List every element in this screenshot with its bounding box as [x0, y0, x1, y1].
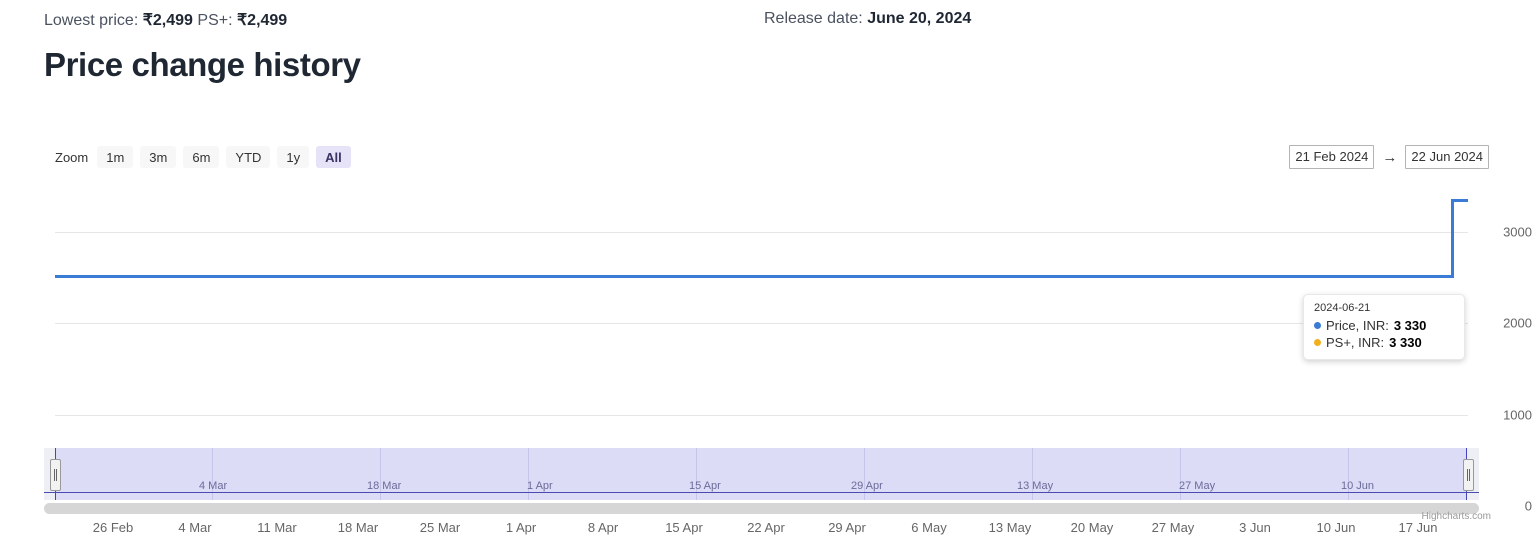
navigator-tick-label: 4 Mar [199, 480, 228, 492]
x-tick-label: 27 May [1151, 520, 1195, 535]
navigator-tick-label: 1 Apr [527, 480, 553, 492]
x-tick-label: 3 Jun [1239, 520, 1271, 535]
y-tick-label-0: 0 [1524, 498, 1532, 514]
lowest-price-value: ₹2,499 [142, 12, 193, 29]
x-tick-label: 20 May [1070, 520, 1114, 535]
range-to-input[interactable]: 22 Jun 2024 [1405, 145, 1489, 169]
series-marker-icon-psplus [1314, 339, 1321, 346]
x-tick-label: 8 Apr [587, 520, 619, 535]
tooltip-series-value-psplus: 3 330 [1389, 335, 1422, 350]
psplus-price-label: PS+: [197, 12, 233, 29]
chart-scrollbar-track[interactable] [44, 503, 1479, 514]
range-button-1y[interactable]: 1y [277, 146, 310, 168]
tooltip-series-name-price: Price, INR: [1326, 318, 1389, 333]
range-button-3m[interactable]: 3m [140, 146, 177, 168]
range-button-all[interactable]: All [316, 146, 351, 168]
navigator-handle-left[interactable] [50, 459, 61, 491]
series-price-step-riser [1451, 199, 1454, 278]
tooltip-row-price: Price, INR: 3 330 [1314, 317, 1454, 334]
navigator-handle-right[interactable] [1463, 459, 1474, 491]
x-tick-label: 4 Mar [178, 520, 212, 535]
range-button-ytd[interactable]: YTD [226, 146, 271, 168]
release-date-label: Release date: [764, 10, 863, 27]
range-button-6m[interactable]: 6m [183, 146, 220, 168]
psplus-price-value: ₹2,499 [236, 12, 288, 29]
date-range-inputs: 21 Feb 2024 → 22 Jun 2024 [1289, 145, 1489, 169]
y-tick-label-2000: 2000 [1503, 315, 1532, 331]
price-history-chart: Zoom 1m 3m 6m YTD 1y All 21 Feb 2024 → 2… [0, 120, 1535, 535]
navigator-tick-label: 13 May [1017, 480, 1054, 492]
x-tick-label: 11 Mar [257, 520, 297, 535]
navigator-tick-label: 18 Mar [367, 480, 402, 492]
navigator-series-line [44, 492, 1479, 493]
zoom-label: Zoom [55, 149, 89, 165]
page-title: Price change history [44, 46, 361, 83]
x-tick-label: 1 Apr [505, 520, 537, 535]
range-button-1m[interactable]: 1m [97, 146, 134, 168]
x-tick-label: 18 Mar [337, 520, 379, 535]
range-from-input[interactable]: 21 Feb 2024 [1289, 145, 1375, 169]
x-tick-label: 22 Apr [747, 520, 785, 535]
tooltip-date: 2024-06-21 [1314, 302, 1371, 314]
x-tick-label: 6 May [911, 520, 947, 535]
chart-navigator[interactable]: 4 Mar 18 Mar 1 Apr 15 Apr 29 Apr 13 May … [44, 448, 1479, 500]
y-tick-label-3000: 3000 [1503, 224, 1532, 240]
x-tick-label: 13 May [988, 520, 1032, 535]
tooltip-series-value-price: 3 330 [1393, 318, 1427, 333]
navigator-tick-label: 10 Jun [1341, 480, 1375, 492]
x-tick-label: 17 Jun [1398, 520, 1438, 535]
range-selector: Zoom 1m 3m 6m YTD 1y All [55, 146, 351, 168]
chart-scrollbar-thumb[interactable] [44, 503, 1479, 514]
x-tick-label: 25 Mar [419, 520, 461, 535]
navigator-tick-label: 27 May [1179, 480, 1216, 492]
tooltip-series-name-psplus: PS+, INR: [1326, 335, 1385, 350]
series-price-segment-high [1451, 199, 1468, 202]
gridline-3000 [55, 232, 1468, 233]
series-marker-icon-price [1314, 322, 1321, 329]
navigator-tick-label: 15 Apr [689, 480, 721, 492]
gridline-2000 [55, 323, 1468, 324]
tooltip-row-psplus: PS+, INR: 3 330 [1314, 334, 1454, 351]
lowest-price-summary: Lowest price: ₹2,499 PS+: ₹2,499 [44, 10, 287, 30]
lowest-price-label: Lowest price: [44, 12, 139, 29]
x-tick-label: 15 Apr [665, 520, 703, 535]
series-price-segment-flat [55, 275, 1454, 278]
range-arrow-icon: → [1382, 148, 1398, 166]
chart-tooltip: 2024-06-21 Price, INR: 3 330 PS+, INR: 3… [1303, 294, 1465, 360]
release-date-summary: Release date: June 20, 2024 [764, 10, 971, 28]
highcharts-credits[interactable]: Highcharts.com [1422, 511, 1491, 522]
summary-bar: Lowest price: ₹2,499 PS+: ₹2,499 Release… [0, 0, 1535, 40]
x-tick-label: 26 Feb [92, 520, 134, 535]
y-tick-label-1000: 1000 [1503, 407, 1532, 423]
navigator-tick-label: 29 Apr [851, 480, 883, 492]
release-date-value: June 20, 2024 [867, 10, 972, 27]
x-tick-label: 29 Apr [828, 520, 866, 535]
gridline-1000 [55, 415, 1468, 416]
x-tick-label: 10 Jun [1316, 520, 1356, 535]
